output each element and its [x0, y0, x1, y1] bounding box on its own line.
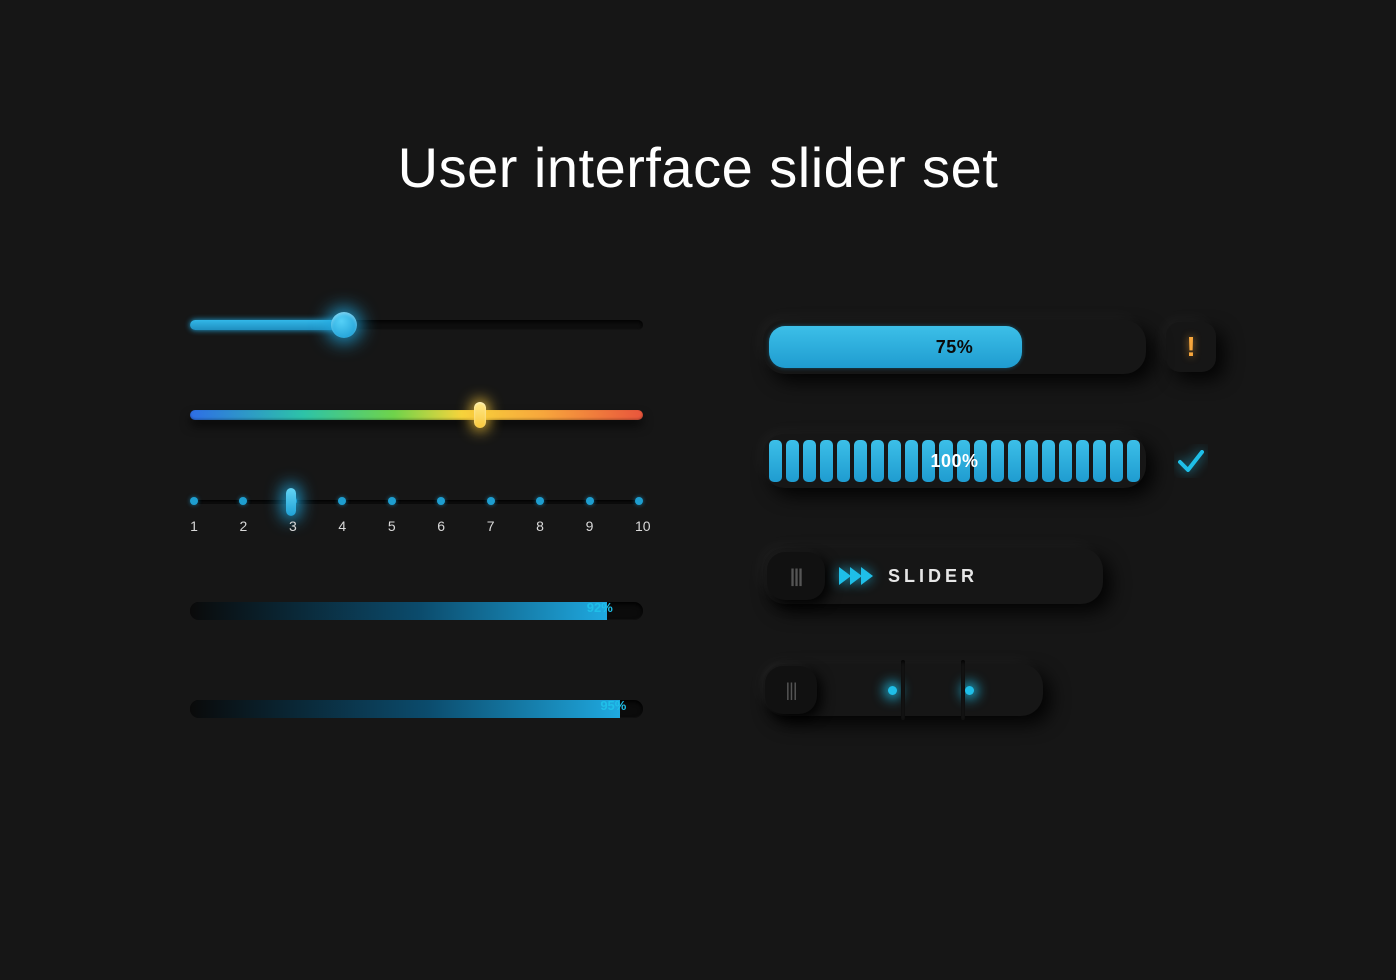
progress-75-label: 75% [763, 320, 1146, 374]
page-title: User interface slider set [0, 135, 1396, 200]
swipe-label: SLIDER [888, 566, 978, 587]
step-labels: 12 34 56 78 910 [190, 518, 643, 534]
rainbow-slider-thumb[interactable] [474, 402, 486, 428]
warning-icon: ! [1186, 331, 1195, 363]
progress-bar-a: 92% [190, 602, 643, 620]
progress-100-label: 100% [763, 434, 1146, 488]
progress-100: 100% [763, 434, 1146, 488]
segment-handle[interactable]: ||| [765, 666, 817, 714]
step-ticks [190, 497, 643, 505]
rainbow-slider[interactable] [190, 410, 643, 420]
swipe-handle[interactable]: ||| [767, 552, 825, 600]
progress-b-value: 95% [600, 698, 626, 713]
progress-bar-b: 95% [190, 700, 643, 718]
blue-slider-fill [190, 320, 344, 330]
step-slider-thumb[interactable] [286, 488, 296, 516]
right-column: 75% ! 100% ||| [763, 320, 1216, 718]
warning-button[interactable]: ! [1166, 322, 1216, 372]
step-slider[interactable]: 12 34 56 78 910 [190, 500, 643, 504]
swipe-slider[interactable]: ||| SLIDER [763, 548, 1103, 604]
check-icon [1174, 444, 1208, 478]
segment-selector[interactable]: ||| [763, 664, 1043, 716]
blue-slider[interactable] [190, 320, 643, 330]
blue-slider-thumb[interactable] [331, 312, 357, 338]
left-column: 12 34 56 78 910 92% 95% [190, 320, 643, 718]
chevron-right-icon [839, 548, 872, 604]
segment-dot [888, 686, 897, 695]
progress-a-value: 92% [587, 600, 613, 615]
segment-dot [965, 686, 974, 695]
progress-75: 75% [763, 320, 1146, 374]
check-button[interactable] [1166, 436, 1216, 486]
